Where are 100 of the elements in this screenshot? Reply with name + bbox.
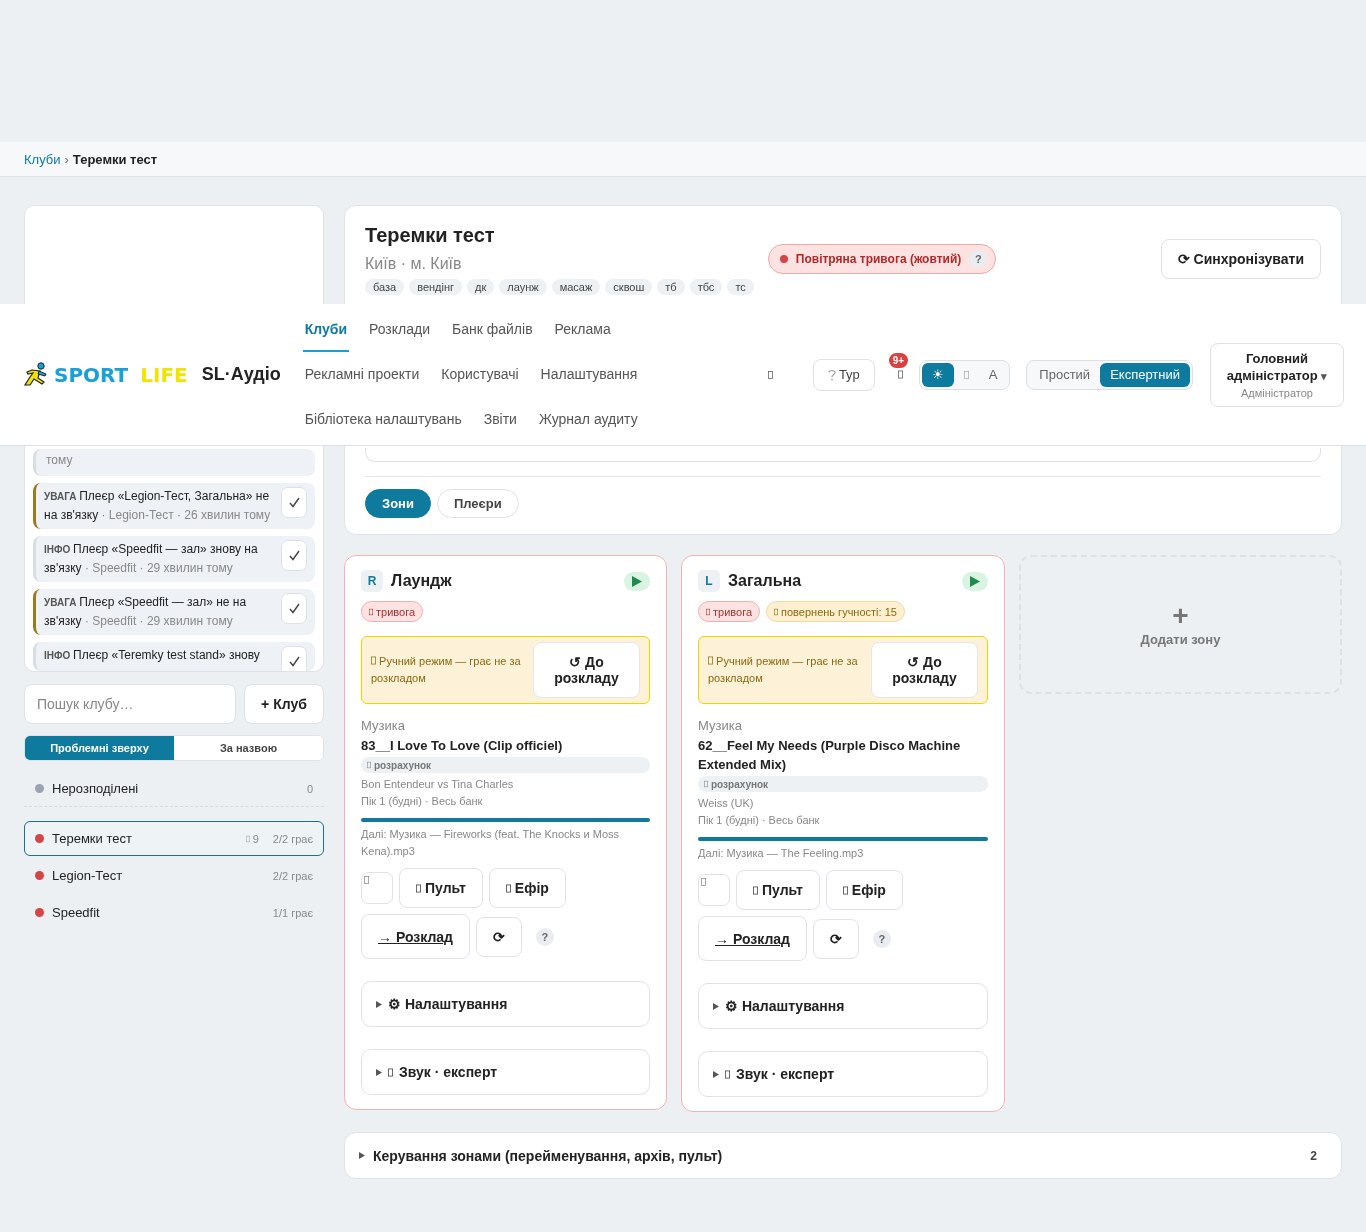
theme-option[interactable]: ☀ <box>921 362 954 387</box>
alert-dot-icon <box>779 255 788 263</box>
notification-count-badge: 9+ <box>888 352 909 368</box>
theme-option[interactable]: A <box>978 362 1008 387</box>
club-list-item[interactable]: Legion-Тест 2/2 грає <box>24 858 324 893</box>
glyph-box-icon <box>753 884 758 896</box>
club-list-item[interactable]: Теремки тест 9 2/2 грає <box>24 821 324 856</box>
check-icon <box>288 497 300 508</box>
collapsible-section[interactable]: Звук · експерт <box>698 1051 988 1097</box>
add-zone-card[interactable]: + Додати зону <box>1019 555 1342 694</box>
status-tag: тривога <box>698 601 761 622</box>
source-chip: розрахунок <box>698 776 988 792</box>
club-count: 0 <box>306 782 313 795</box>
source-chip: розрахунок <box>361 757 650 773</box>
caret-icon <box>376 1000 382 1008</box>
club-status: 2/2 грає <box>272 869 313 882</box>
notification-text: тому <box>46 452 74 469</box>
caret-icon <box>713 1070 719 1078</box>
club-name: Speedfit <box>52 905 101 920</box>
view-tab[interactable]: Плеєри <box>436 489 519 518</box>
zone-name: Загальна <box>728 572 802 590</box>
status-tag: повернень гучності: 15 <box>766 601 905 622</box>
club-status: 2/2 грає <box>272 832 313 845</box>
add-zone-label: Додати зону <box>1140 632 1221 647</box>
mode-tab[interactable]: Експертний <box>1100 362 1190 387</box>
help-button[interactable]: ? <box>872 929 891 948</box>
artist-text: Weiss (UK) <box>698 796 755 811</box>
club-tag: масаж <box>551 279 601 295</box>
club-search-field[interactable]: Пошук клубу… <box>24 684 236 724</box>
glyph-box-icon <box>725 1068 730 1080</box>
nav-link[interactable]: Користувачі <box>439 352 521 397</box>
sync-button[interactable]: ⟳ Синхронізувати <box>1160 239 1321 279</box>
glyph-box-icon <box>706 607 710 616</box>
breadcrumb-link[interactable]: Клуби <box>24 151 61 167</box>
help-button[interactable]: ? <box>535 927 554 946</box>
track-title: 62__Feel My Needs (Purple Disco Machine Extended Mix) <box>698 737 962 774</box>
user-menu-button[interactable]: Головний адміністратор ▾ Адміністратор <box>1210 342 1344 407</box>
schedule-link-button[interactable]: → Розклад <box>698 916 807 961</box>
nav-link[interactable]: Налаштування <box>538 352 640 397</box>
acknowledge-button[interactable] <box>281 646 307 671</box>
question-icon <box>827 368 836 381</box>
nav-link[interactable]: Звіти <box>481 397 519 442</box>
status-tag: тривога <box>361 601 424 622</box>
glyph-box-icon <box>767 368 773 381</box>
sort-tab[interactable]: Проблемні зверху <box>25 736 174 760</box>
zone-action-button[interactable]: Ефір <box>488 868 566 908</box>
collapsible-section[interactable]: ⚙ Налаштування <box>698 983 988 1029</box>
nav-link[interactable]: Реклама <box>552 307 613 352</box>
glyph-box-icon <box>388 1066 393 1078</box>
view-tab[interactable]: Зони <box>365 489 431 518</box>
zone-count: 2 <box>1310 1148 1317 1163</box>
collapsible-section[interactable]: Звук · експерт <box>361 1049 650 1095</box>
refresh-button[interactable]: ⟳ <box>812 918 859 959</box>
club-list-item[interactable]: Speedfit 1/1 грає <box>24 895 324 930</box>
check-icon <box>288 603 300 614</box>
refresh-button[interactable]: ⟳ <box>475 916 522 957</box>
acknowledge-button[interactable] <box>281 540 307 571</box>
notification-text: ІНФО Плеєр «Speedfit — зал» знову на зв'язку · Speedfit · 29 хвилин тому <box>44 541 259 577</box>
caret-icon <box>376 1068 382 1076</box>
nav-link[interactable]: Банк файлів <box>450 307 535 352</box>
zone-action-button[interactable]: Пульт <box>399 868 483 908</box>
back-to-schedule-button[interactable]: ↺ До розкладу <box>533 642 640 698</box>
club-title: Теремки тест <box>365 224 496 247</box>
nav-link[interactable]: Бібліотека налаштувань <box>302 397 464 442</box>
nav-link[interactable]: Рекламні проекти <box>302 352 422 397</box>
club-location: Київ · м. Київ <box>365 255 463 273</box>
nav-link[interactable]: Клуби <box>302 307 349 352</box>
glyph-box-icon <box>701 877 706 887</box>
zone-action-button[interactable]: Ефір <box>825 870 903 910</box>
air-alert-text: Повітряна тривога (жовтий) <box>795 252 962 266</box>
club-tag: лаунж <box>499 279 547 295</box>
glyph-box-icon <box>367 761 371 769</box>
help-button[interactable]: ? <box>969 250 988 268</box>
acknowledge-button[interactable] <box>281 487 307 518</box>
play-icon <box>632 575 642 587</box>
zone-action-button[interactable]: Пульт <box>736 870 820 910</box>
collapsible-section[interactable]: ⚙ Налаштування <box>361 981 650 1027</box>
notifications-glyph-icon <box>898 369 904 380</box>
mode-tab[interactable]: Простий <box>1029 362 1101 387</box>
notification-text: ІНФО Плеєр «Teremky test stand» знову <box>44 647 261 664</box>
nav-link[interactable]: Розклади <box>367 307 432 352</box>
club-status: 1/1 грає <box>272 906 313 919</box>
logo-word: SPORT <box>54 362 129 387</box>
back-to-schedule-button[interactable]: ↺ До розкладу <box>871 642 978 698</box>
add-club-button[interactable]: + Клуб <box>244 684 324 724</box>
breadcrumb-separator: › <box>64 151 69 167</box>
tour-button[interactable]: Тур <box>812 358 875 391</box>
club-name: Нерозподілені <box>52 781 140 796</box>
logo-word: LIFE <box>140 362 188 387</box>
club-list-item[interactable]: Нерозподілені 0 <box>24 771 324 806</box>
zone-letter-badge: L <box>698 570 720 592</box>
schedule-link-button[interactable]: → Розклад <box>361 914 470 959</box>
check-icon <box>288 656 300 667</box>
nav-link[interactable]: Журнал аудиту <box>536 397 640 442</box>
club-tag: тб <box>657 279 685 295</box>
acknowledge-button[interactable] <box>281 593 307 624</box>
zone-management-section[interactable]: Керування зонами (перейменування, архів, пульт) 2 <box>344 1132 1342 1179</box>
club-tag: вендінг <box>409 279 463 295</box>
glyph-box-icon <box>245 834 250 843</box>
app-name: SL·Аудіо <box>201 364 281 385</box>
